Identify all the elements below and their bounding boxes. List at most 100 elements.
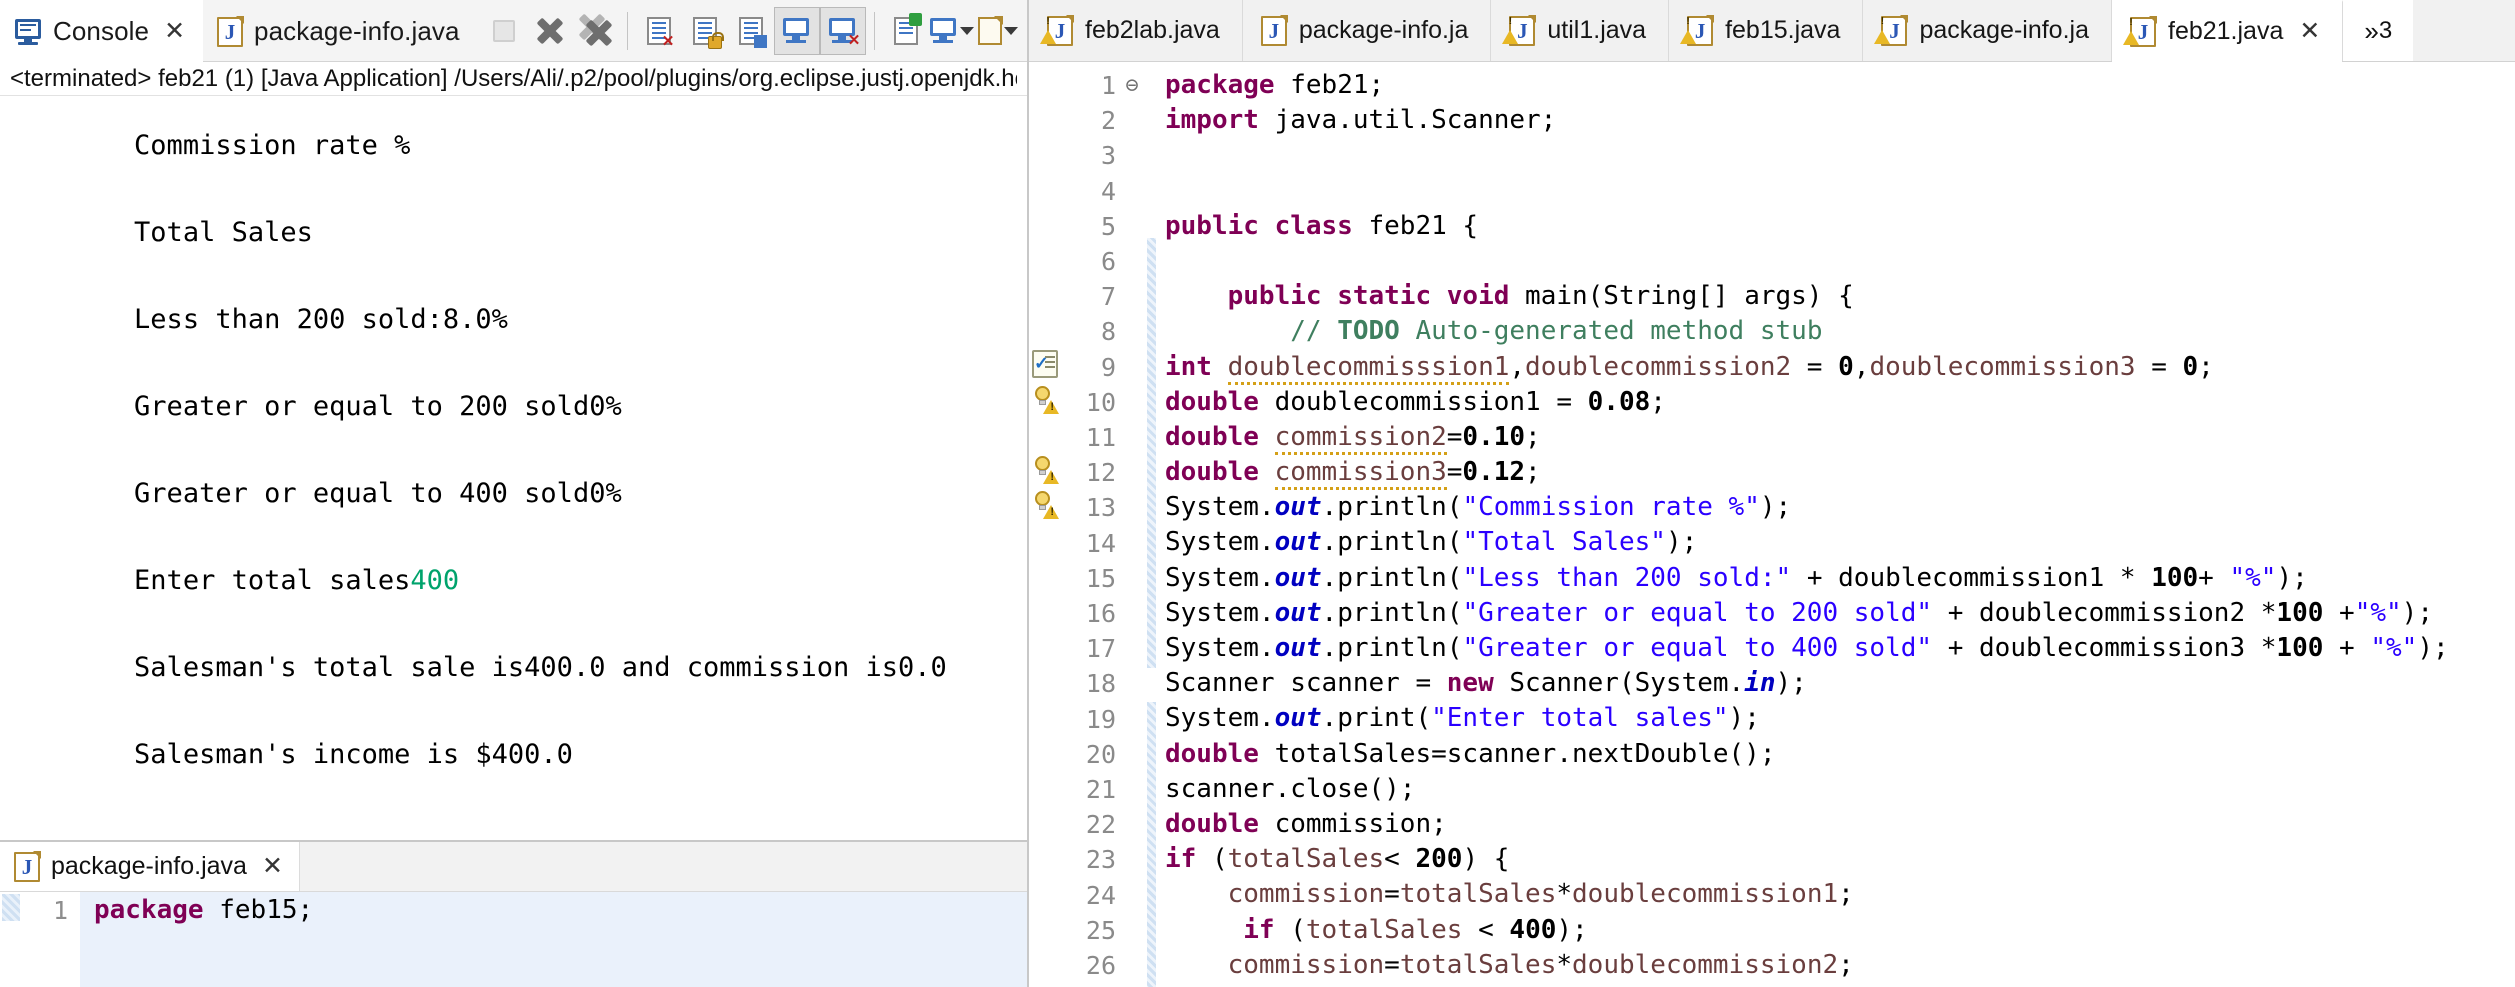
code-line: package feb21; [1165, 70, 1385, 100]
line-number: 13 [1085, 493, 1116, 523]
code-line: commission=totalSales*doublecommission1; [1227, 879, 1854, 910]
chevron-down-icon[interactable] [960, 26, 974, 35]
line-number: 18 [1085, 669, 1116, 699]
tab-console-label: Console [53, 16, 150, 46]
tab-package-info-view[interactable]: J package-info.java [203, 0, 478, 61]
console-view-tabbar: Console ✕ J package-info.java ✕ ✕ [0, 0, 1027, 62]
code-line: if (totalSales< 200) { [1165, 844, 1510, 875]
java-file-warning-icon: J ! [1680, 12, 1715, 46]
editor-tab-feb21-java[interactable]: J ! feb21.java ✕ [2112, 0, 2344, 62]
editor-tab-close-icon[interactable]: ✕ [2299, 19, 2320, 44]
editor-tab-feb15-java[interactable]: J ! feb15.java [1669, 0, 1864, 61]
remove-launch-button[interactable] [527, 7, 573, 55]
console-launch-header: <terminated> feb21 (1) [Java Application… [0, 62, 1027, 96]
line-number: 24 [1085, 880, 1116, 910]
editor-change-bar [1145, 62, 1157, 987]
java-file-warning-icon: J ! [1040, 12, 1074, 46]
toolbar-separator [627, 11, 628, 50]
editor-tab-label: feb21.java [2168, 17, 2284, 45]
code-line: commission=totalSales*doublecommission2; [1227, 949, 1854, 980]
editor-line-numbers: 1 2 3 4 5 6 7 8 9 10 11 12 13 14 15 16 17 18 19 20 21 22 23 24 2… [1063, 62, 1119, 987]
changed-lines-marker [1147, 702, 1156, 987]
toolbar-separator-2 [874, 11, 875, 50]
display-selected-console-button[interactable] [929, 7, 975, 55]
line-number: 14 [1085, 528, 1116, 558]
editor-tab-overflow-button[interactable]: » 3 [2343, 0, 2414, 61]
console-line-with-input: Enter total sales400 [134, 565, 460, 596]
editor-tab-package-info-2[interactable]: J ! package-info.ja [1863, 0, 2112, 61]
pin-console-icon [894, 12, 922, 45]
scroll-lock-button[interactable] [682, 7, 728, 55]
code-line: public class feb21 { [1165, 210, 1479, 241]
quick-fix-warning-icon[interactable]: ! [1032, 455, 1059, 484]
editor-annotation-column[interactable]: ✓ ! ! ! [1029, 62, 1063, 987]
scroll-lock-icon [693, 16, 724, 49]
line-number: 23 [1085, 845, 1116, 875]
code-line: System.out.println("Greater or equal to … [1165, 597, 2433, 628]
editor-fold-column[interactable]: ⊖ [1119, 62, 1145, 987]
code-line: }else { [1165, 983, 2515, 987]
quick-fix-warning-icon[interactable]: ! [1032, 490, 1059, 519]
console-icon [14, 18, 42, 46]
editor-tab-util1-java[interactable]: J ! util1.java [1491, 0, 1670, 61]
editor-tab-label: package-info.ja [1919, 16, 2089, 44]
remove-all-terminated-icon [578, 13, 613, 46]
line-number: 10 [1085, 387, 1116, 417]
terminate-button[interactable] [481, 7, 527, 55]
console-area: Console ✕ J package-info.java ✕ ✕ <termi… [0, 0, 1029, 987]
editor-source-text[interactable]: package feb21; import java.util.Scanner; … [1157, 62, 2515, 987]
line-number: 8 [1100, 317, 1116, 347]
changed-line-marker [2, 894, 20, 921]
code-line: Scanner scanner = new Scanner(System.in)… [1165, 668, 1807, 699]
editor-tab-feb2lab-java[interactable]: J ! feb2lab.java [1029, 0, 1243, 61]
line-number: 22 [1085, 810, 1116, 840]
todo-task-icon[interactable]: ✓ [1032, 350, 1058, 378]
word-wrap-button[interactable] [728, 7, 774, 55]
bottom-editor-pane: J package-info.java ✕ 1 package feb15; [0, 840, 1027, 987]
line-number: 1 [1100, 71, 1116, 100]
java-file-icon: J [217, 15, 245, 47]
java-file-icon: J [14, 850, 41, 882]
console-line: Greater or equal to 400 sold0% [134, 478, 622, 509]
console-line: Salesman's total sale is400.0 and commis… [134, 652, 947, 683]
console-line: Commission rate % [134, 130, 411, 161]
code-line: public static void main(String[] args) { [1227, 281, 1854, 312]
hidden-tab-count: 3 [2378, 16, 2393, 44]
console-toolbar: ✕ ✕ [481, 0, 1027, 61]
tab-console-close-icon[interactable]: ✕ [164, 19, 185, 44]
line-number: 7 [1100, 282, 1116, 312]
line-number: 27 [1063, 983, 1116, 987]
tab-package-info-java[interactable]: J package-info.java ✕ [0, 842, 300, 891]
line-number: 3 [1100, 141, 1116, 171]
line-number: 11 [1085, 423, 1116, 453]
fold-toggle[interactable]: ⊖ [1119, 68, 1145, 103]
clear-console-button[interactable]: ✕ [636, 7, 682, 55]
editor-tab-label: util1.java [1547, 16, 1647, 44]
remove-launch-icon [536, 17, 564, 45]
bottom-editor-code[interactable]: 1 package feb15; [0, 892, 1027, 987]
show-console-on-output-button[interactable] [774, 6, 820, 55]
tab-package-info-java-close-icon[interactable]: ✕ [262, 854, 283, 879]
show-console-on-error-button[interactable]: ✕ [820, 6, 866, 55]
editor-tab-package-info-1[interactable]: J package-info.ja [1242, 0, 1492, 61]
line-number: 17 [1085, 634, 1116, 664]
code-line: double totalSales=scanner.nextDouble(); [1165, 738, 1776, 769]
display-selected-console-icon [930, 17, 958, 44]
tab-console[interactable]: Console ✕ [0, 0, 204, 62]
remove-all-terminated-button[interactable] [573, 7, 619, 55]
code-line: scanner.close(); [1165, 773, 1416, 804]
show-on-standard-out-icon [783, 17, 811, 44]
open-console-button[interactable] [975, 7, 1021, 55]
code-editor[interactable]: ✓ ! ! ! 1 2 3 4 5 6 7 8 9 10 11 12 13 14 15 16 17 18 19 20 2… [1029, 62, 2515, 987]
console-output[interactable]: Commission rate % Total Sales Less than … [0, 96, 1027, 840]
console-line: Less than 200 sold:8.0% [134, 304, 508, 335]
quick-fix-warning-icon[interactable]: ! [1032, 385, 1059, 414]
pin-console-button[interactable] [883, 7, 929, 55]
open-console-icon [978, 15, 1003, 45]
editor-tab-label: feb2lab.java [1085, 16, 1220, 44]
editor-tab-label: feb15.java [1725, 16, 1841, 44]
chevron-down-icon-2[interactable] [1004, 26, 1018, 35]
code-line: // TODO Auto-generated method stub [1290, 316, 1823, 347]
bottom-editor-text[interactable]: package feb15; [80, 892, 1027, 987]
